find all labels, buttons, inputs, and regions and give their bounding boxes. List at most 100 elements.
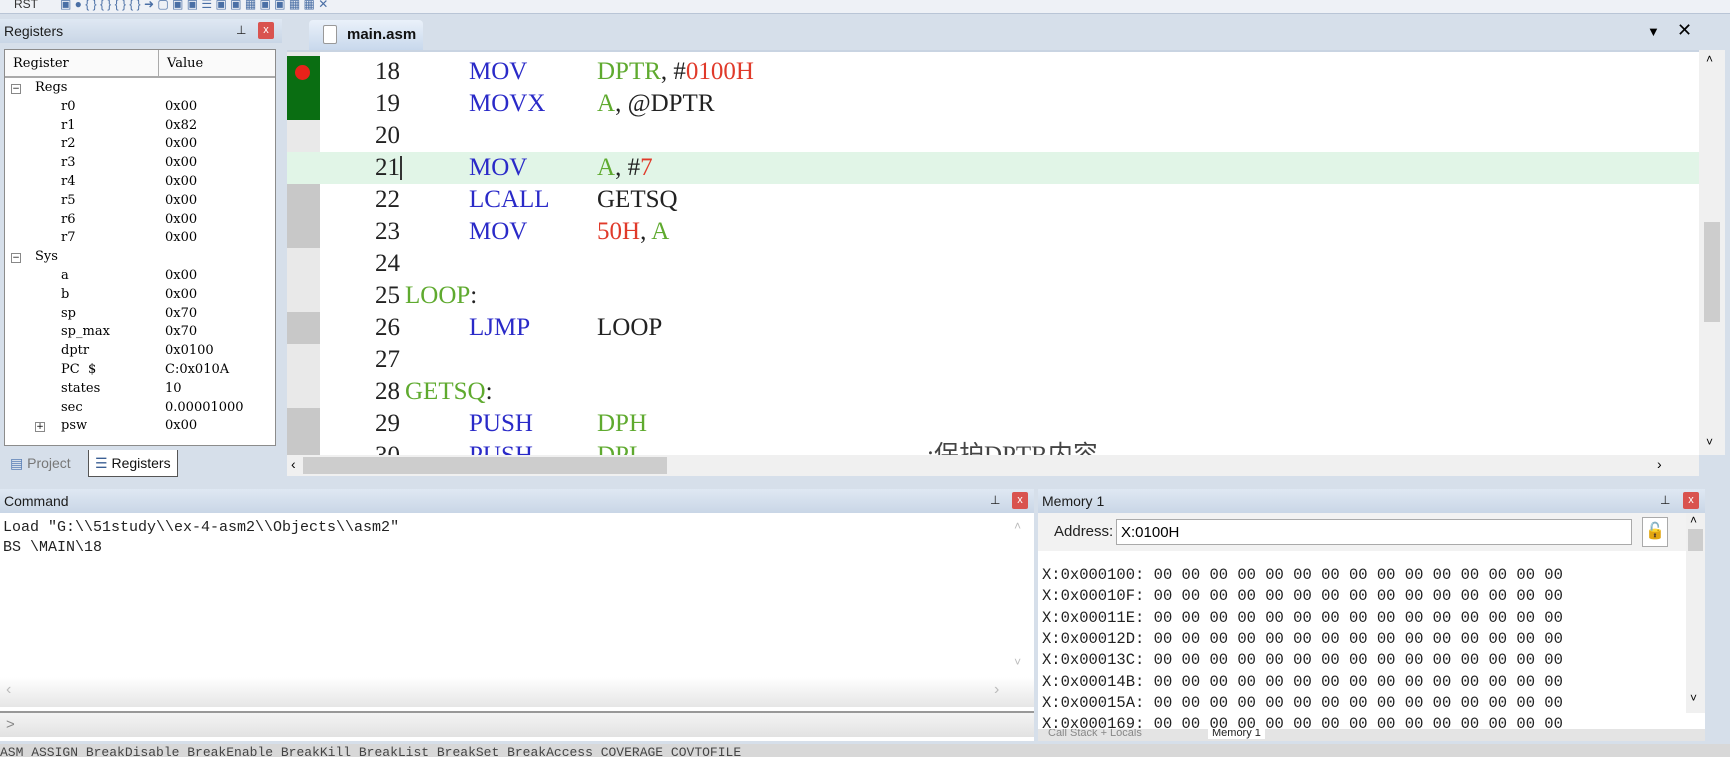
scroll-down-icon[interactable]: ˅ [1690,691,1697,705]
register-value[interactable]: 0x00 [165,99,197,114]
register-row[interactable]: sp 0x70 [5,306,275,325]
toolbar-icons[interactable]: ▣ ● { } { } { } { } ➜ ▢ ▣ ▣ ☰ ▣ ▣ ▦ ▣ ▣ … [60,0,328,11]
memory-row[interactable]: X:0x000100: 00 00 00 00 00 00 00 00 00 0… [1042,566,1563,587]
close-icon[interactable]: x [1012,492,1028,509]
register-row[interactable]: a 0x00 [5,268,275,287]
register-value[interactable]: 0x00 [165,155,197,170]
register-value[interactable]: 0x70 [165,324,197,339]
register-value[interactable]: 0x00 [165,268,197,283]
register-value[interactable]: 0.00001000 [165,400,244,415]
pin-icon[interactable]: ⊥ [990,493,1000,507]
register-row[interactable]: r4 0x00 [5,174,275,193]
code-line[interactable]: 21 MOV A, #7 [287,152,1699,184]
register-row[interactable]: r3 0x00 [5,155,275,174]
register-value[interactable]: 0x70 [165,306,197,321]
scroll-up-icon[interactable]: ˄ [1690,513,1697,527]
scroll-right-icon[interactable]: › [1657,456,1662,472]
scroll-left-icon[interactable]: ‹ [6,681,11,699]
register-row[interactable]: dptr 0x0100 [5,343,275,362]
code-line[interactable]: 20 [287,120,1699,152]
column-header-value[interactable]: Value [159,50,275,78]
memory-row[interactable]: X:0x00014B: 00 00 00 00 00 00 00 00 00 0… [1042,673,1563,694]
code-line[interactable]: 26 LJMP LOOP [287,312,1699,344]
register-row[interactable]: sec 0.00001000 [5,400,275,419]
register-row[interactable]: r0 0x00 [5,99,275,118]
memory-bytes[interactable]: 00 00 00 00 00 00 00 00 00 00 00 00 00 0… [1154,673,1563,691]
dropdown-icon[interactable]: ▼ [1647,24,1660,39]
memory-row[interactable]: X:0x00010F: 00 00 00 00 00 00 00 00 00 0… [1042,587,1563,608]
memory-bytes[interactable]: 00 00 00 00 00 00 00 00 00 00 00 00 00 0… [1154,587,1563,605]
register-group-regs[interactable]: − Regs [5,80,275,99]
tab-main-asm[interactable]: main.asm [309,20,423,50]
scroll-thumb[interactable] [1688,529,1703,551]
memory-row[interactable]: X:0x00015A: 00 00 00 00 00 00 00 00 00 0… [1042,694,1563,715]
code-line[interactable]: 27 [287,344,1699,376]
register-value[interactable]: 0x0100 [165,343,214,358]
register-row[interactable]: PC $ C:0x010A [5,362,275,381]
code-line[interactable]: 18 MOV DPTR, #0100H [287,56,1699,88]
close-icon[interactable]: x [258,22,274,39]
close-icon[interactable]: x [1683,492,1699,509]
lock-icon[interactable]: 🔓 [1642,517,1668,547]
memory-bytes[interactable]: 00 00 00 00 00 00 00 00 00 00 00 00 00 0… [1154,630,1563,648]
register-row[interactable]: r5 0x00 [5,193,275,212]
scroll-up-icon[interactable]: ˄ [1706,52,1713,66]
column-header-register[interactable]: Register [5,50,159,78]
tab-project[interactable]: ▤ Project [4,450,77,477]
tab-registers[interactable]: ☰ Registers [88,450,178,477]
register-value[interactable]: 0x00 [165,174,197,189]
vertical-scrollbar[interactable]: ˄ ˅ [1699,50,1725,455]
code-line[interactable]: 19 MOVX A, @DPTR [287,88,1699,120]
code-line[interactable]: 22 LCALL GETSQ [287,184,1699,216]
memory-bytes[interactable]: 00 00 00 00 00 00 00 00 00 00 00 00 00 0… [1154,566,1563,584]
command-input[interactable]: > [0,711,1034,737]
register-value[interactable]: 0x00 [165,287,197,302]
memory-row[interactable]: X:0x00013C: 00 00 00 00 00 00 00 00 00 0… [1042,651,1563,672]
memory-vertical-scrollbar[interactable]: ˄ ˅ [1686,513,1705,713]
scroll-thumb[interactable] [1704,222,1720,322]
code-line[interactable]: 29 PUSH DPH [287,408,1699,440]
pin-icon[interactable]: ⊥ [1660,493,1670,507]
command-horizontal-scrollbar[interactable]: ‹ › [0,677,1034,707]
close-editor-icon[interactable]: ✕ [1677,20,1692,41]
scroll-down-icon[interactable]: ˅ [1706,435,1713,449]
register-row[interactable]: r2 0x00 [5,136,275,155]
scroll-down-icon[interactable]: ˅ [1014,653,1021,673]
register-value[interactable]: 0x00 [165,193,197,208]
memory-bytes[interactable]: 00 00 00 00 00 00 00 00 00 00 00 00 00 0… [1154,651,1563,669]
register-value[interactable]: C:0x010A [165,362,229,377]
tab-call-stack-locals[interactable]: Call Stack + Locals [1048,729,1142,739]
collapse-icon[interactable]: − [11,84,21,94]
scroll-up-icon[interactable]: ˄ [1014,517,1021,537]
register-row[interactable]: r6 0x00 [5,212,275,231]
register-value[interactable]: 10 [165,381,182,396]
register-row[interactable]: states 10 [5,381,275,400]
memory-row[interactable]: X:0x00011E: 00 00 00 00 00 00 00 00 00 0… [1042,609,1563,630]
register-value[interactable]: 0x82 [165,118,197,133]
code-line[interactable]: 25 LOOP: [287,280,1699,312]
registers-tree[interactable]: Register Value − Regs r0 0x00 r1 0x82 r2 0x00 r3… [4,49,276,446]
expand-icon[interactable]: + [35,422,45,433]
code-line[interactable]: 24 [287,248,1699,280]
register-row[interactable]: sp_max 0x70 [5,324,275,343]
code-line[interactable]: 30 PUSH DPL ;保护DPTR内容 [287,440,1699,455]
register-row[interactable]: r1 0x82 [5,118,275,137]
scroll-left-icon[interactable]: ‹ [291,456,296,472]
scroll-thumb[interactable] [303,457,667,474]
register-value[interactable]: 0x00 [165,212,197,227]
register-value[interactable]: 0x00 [165,230,197,245]
pin-icon[interactable]: ⊥ [236,23,246,37]
scroll-right-icon[interactable]: › [994,681,999,699]
register-value[interactable]: 0x00 [165,136,197,151]
register-value[interactable]: 0x00 [165,418,197,433]
code-line[interactable]: 28 GETSQ: [287,376,1699,408]
code-line[interactable]: 23 MOV 50H, A [287,216,1699,248]
register-row[interactable]: r7 0x00 [5,230,275,249]
memory-bytes[interactable]: 00 00 00 00 00 00 00 00 00 00 00 00 00 0… [1154,609,1563,627]
code-view[interactable]: ▷▶ 18MOVDPTR, #0100H19MOVXA, @DPTR2021MO… [287,50,1699,455]
register-group-sys[interactable]: − Sys [5,249,275,268]
register-row[interactable]: b 0x00 [5,287,275,306]
register-row[interactable]: + psw 0x00 [5,418,275,437]
reset-button[interactable]: RST [14,0,38,11]
horizontal-scrollbar[interactable]: ‹ › [287,455,1699,476]
